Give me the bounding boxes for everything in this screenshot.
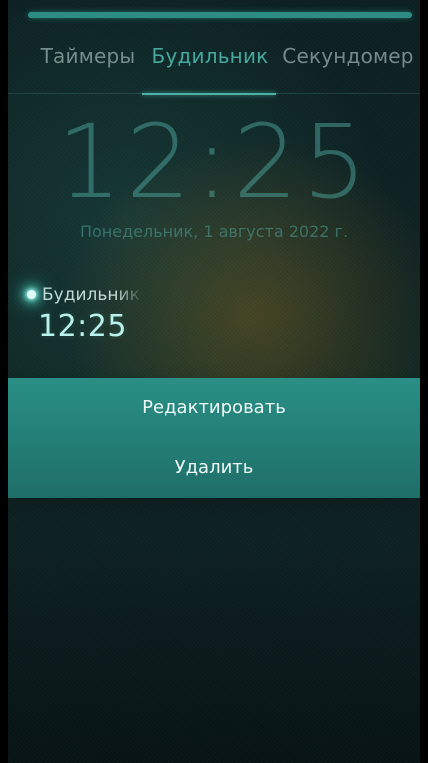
phone-frame: Таймеры Будильник Секундомер 12:25 Понед… [0,0,428,763]
tab-alarm[interactable]: Будильник [146,42,274,94]
alarm-time[interactable]: 12:25 [38,309,127,345]
current-date: Понедельник, 1 августа 2022 г. [79,222,349,241]
edit-button[interactable]: Редактировать [8,378,420,438]
active-tab-indicator [142,93,276,95]
tabs-bar: Таймеры Будильник Секундомер [8,42,420,95]
tab-stopwatch[interactable]: Секундомер [280,42,416,94]
current-time: 12:25 [57,103,371,222]
alarm-name-container[interactable]: Будильник [42,283,144,307]
top-accent-bar [28,12,412,18]
alarm-name: Будильник [42,285,140,305]
alarm-screen: Таймеры Будильник Секундомер 12:25 Понед… [8,0,420,763]
alarm-active-dot-icon[interactable] [27,290,36,299]
delete-button[interactable]: Удалить [8,438,420,498]
alarm-context-menu: Редактировать Удалить [8,378,420,498]
tab-timers[interactable]: Таймеры [32,42,144,94]
